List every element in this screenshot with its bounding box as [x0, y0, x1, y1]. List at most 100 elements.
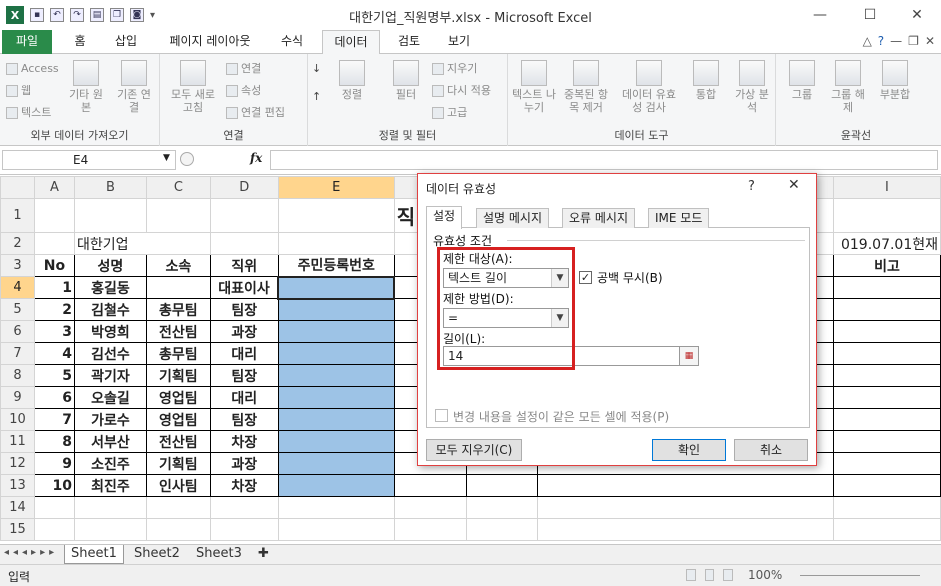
cell-dept[interactable]: 전산팀 — [145, 430, 211, 453]
cell[interactable] — [832, 430, 941, 453]
cell-id-number[interactable] — [277, 408, 395, 431]
ignore-blank-checkbox[interactable]: ✓ — [579, 271, 592, 284]
cell[interactable] — [832, 474, 941, 497]
cell[interactable] — [832, 452, 941, 475]
cell-dept[interactable]: 기획팀 — [145, 364, 211, 387]
reapply-button[interactable]: 다시 적용 — [432, 84, 491, 97]
cell[interactable] — [277, 232, 395, 255]
cell-position[interactable]: 대표이사 — [209, 276, 279, 299]
cell-name[interactable]: 가로수 — [73, 408, 147, 431]
cell[interactable] — [73, 518, 147, 541]
normal-view-icon[interactable] — [686, 569, 696, 581]
cell-dept[interactable]: 영업팀 — [145, 386, 211, 409]
text-to-columns-button[interactable]: 텍스트 나누기 — [512, 60, 556, 114]
cell[interactable] — [145, 496, 211, 519]
sheet-tab-sheet3[interactable]: Sheet3 — [190, 545, 248, 564]
cell-name[interactable]: 서부산 — [73, 430, 147, 453]
tab-input-message[interactable]: 설명 메시지 — [476, 208, 550, 228]
row-header[interactable]: 14 — [0, 496, 35, 519]
collapse-ribbon-icon[interactable]: △ — [863, 34, 872, 48]
cell[interactable] — [73, 198, 147, 233]
cell-no[interactable]: 2 — [33, 298, 75, 321]
sheet-tab-sheet1[interactable]: Sheet1 — [64, 545, 124, 564]
cell-dept[interactable]: 전산팀 — [145, 320, 211, 343]
cell-id-number[interactable] — [277, 342, 395, 365]
sort-desc-icon[interactable]: ↑ — [312, 90, 321, 103]
cell[interactable] — [393, 496, 467, 519]
cell-id-number[interactable] — [277, 275, 396, 300]
cell[interactable] — [537, 474, 834, 497]
row-header[interactable]: 9 — [0, 386, 35, 409]
cell-name[interactable]: 오솔길 — [73, 386, 147, 409]
cell-no[interactable]: 4 — [33, 342, 75, 365]
remove-duplicates-button[interactable]: 중복된 항목 제거 — [560, 60, 612, 114]
col-header-selected[interactable]: E — [277, 176, 395, 199]
row-header[interactable]: 3 — [0, 254, 35, 277]
cell[interactable] — [209, 518, 279, 541]
sheet-tab-sheet2[interactable]: Sheet2 — [128, 545, 186, 564]
cell-no[interactable]: 10 — [33, 474, 75, 497]
dialog-help-button[interactable]: ? — [748, 179, 755, 194]
cell-name[interactable]: 김선수 — [73, 342, 147, 365]
what-if-button[interactable]: 가상 분석 — [732, 60, 772, 114]
clear-all-button[interactable]: 모두 지우기(C) — [426, 439, 522, 461]
consolidate-button[interactable]: 통합 — [688, 60, 724, 101]
cell[interactable] — [393, 518, 467, 541]
close-workbook-icon[interactable]: ✕ — [925, 34, 935, 48]
cell[interactable] — [209, 496, 279, 519]
cell[interactable] — [465, 518, 539, 541]
cell-id-number[interactable] — [277, 474, 395, 497]
properties-button[interactable]: 속성 — [226, 84, 261, 97]
cell[interactable] — [209, 232, 279, 255]
cell-position[interactable]: 팀장 — [209, 408, 279, 431]
cell[interactable] — [33, 198, 75, 233]
cell[interactable] — [73, 496, 147, 519]
cell[interactable] — [832, 198, 941, 233]
sort-asc-icon[interactable]: ↓ — [312, 62, 321, 75]
row-header[interactable]: 7 — [0, 342, 35, 365]
cell-name[interactable]: 소진주 — [73, 452, 147, 475]
sheet-nav-arrows-icon[interactable]: ◂◂◂▸▸▸ — [4, 547, 58, 558]
tab-settings[interactable]: 설정 — [426, 206, 463, 229]
edit-links-button[interactable]: 연결 편집 — [226, 106, 285, 119]
other-sources-button[interactable]: 기타 원본 — [68, 60, 104, 114]
apply-all-checkbox[interactable] — [435, 409, 448, 422]
cell-no[interactable]: 9 — [33, 452, 75, 475]
cell[interactable] — [537, 518, 834, 541]
minimize-workbook-icon[interactable]: — — [890, 34, 902, 48]
cell[interactable] — [832, 320, 941, 343]
tab-ime-mode[interactable]: IME 모드 — [648, 208, 710, 228]
cell[interactable] — [832, 386, 941, 409]
cell[interactable] — [209, 198, 279, 233]
header-cell[interactable]: 직위 — [209, 254, 279, 277]
row-header[interactable]: 15 — [0, 518, 35, 541]
row-header[interactable]: 1 — [0, 198, 35, 233]
ungroup-button[interactable]: 그룹 해제 — [828, 60, 868, 114]
maximize-button[interactable]: ☐ — [850, 4, 890, 26]
cell[interactable] — [277, 496, 395, 519]
cell[interactable] — [465, 474, 539, 497]
access-button[interactable]: Access — [6, 62, 59, 75]
cell-id-number[interactable] — [277, 320, 395, 343]
refresh-all-button[interactable]: 모두 새로 고침 — [168, 60, 218, 114]
cell[interactable] — [33, 496, 75, 519]
web-button[interactable]: 웹 — [6, 84, 31, 97]
tab-review[interactable]: 검토 — [392, 30, 426, 54]
tab-file[interactable]: 파일 — [2, 30, 52, 54]
col-header[interactable]: B — [73, 176, 147, 199]
cell-dept[interactable] — [145, 276, 211, 299]
cell-name[interactable]: 김철수 — [73, 298, 147, 321]
cell-dept[interactable]: 인사팀 — [145, 474, 211, 497]
tab-page-layout[interactable]: 페이지 레이아웃 — [160, 30, 260, 54]
header-cell[interactable]: No — [33, 254, 75, 277]
advanced-button[interactable]: 고급 — [432, 106, 467, 119]
insert-function-icon[interactable]: fx — [250, 151, 262, 165]
cell-position[interactable]: 팀장 — [209, 364, 279, 387]
cell[interactable] — [832, 298, 941, 321]
connections-button[interactable]: 연결 — [226, 62, 261, 75]
col-header[interactable]: I — [832, 176, 941, 199]
cell[interactable] — [145, 518, 211, 541]
help-icon[interactable]: ? — [878, 34, 884, 48]
cell[interactable] — [277, 198, 395, 233]
row-header[interactable]: 5 — [0, 298, 35, 321]
